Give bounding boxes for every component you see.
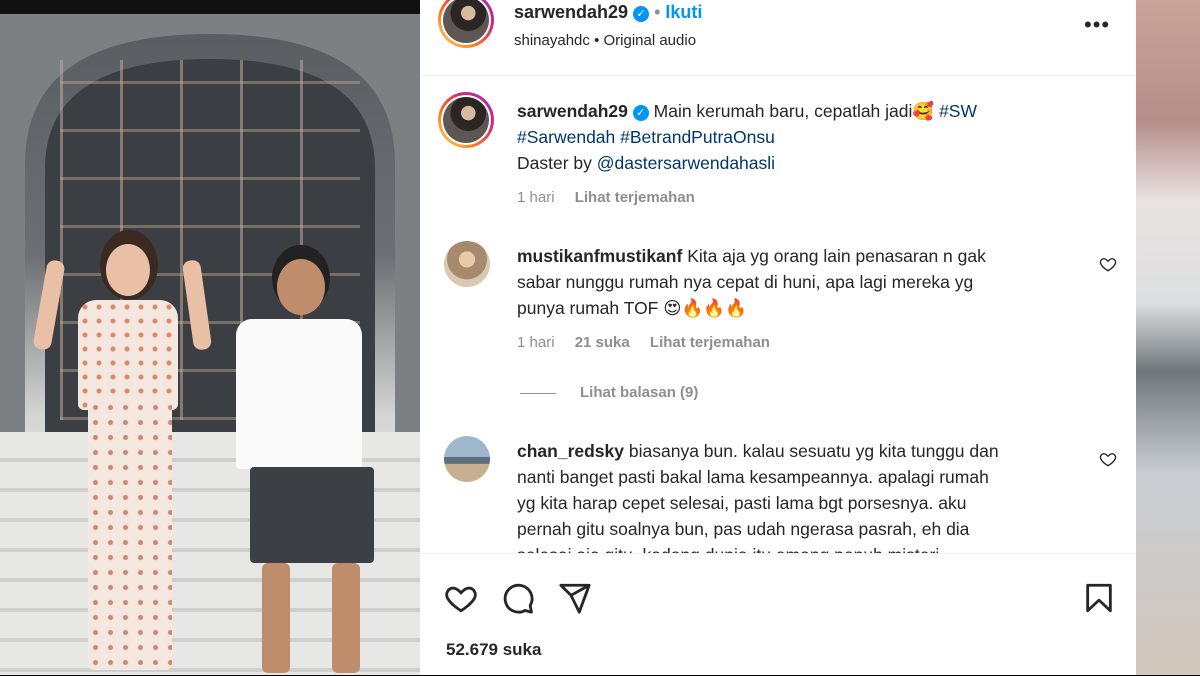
author-avatar[interactable] xyxy=(438,0,494,48)
verified-badge-icon: ✓ xyxy=(633,6,650,22)
caption-line-2: #Sarwendah #BetrandPutraOnsu xyxy=(517,124,1097,150)
caption: sarwendah29 ✓ Main kerumah baru, cepatla… xyxy=(517,98,1097,176)
heart-icon[interactable] xyxy=(444,581,478,615)
audio-row: shinayahdc • Original audio xyxy=(514,32,696,49)
caption-prefix: Daster by xyxy=(517,153,592,173)
comment-like-heart-icon[interactable] xyxy=(1099,450,1117,468)
comment-line-3: punya rumah TOF 😍🔥🔥🔥 xyxy=(517,298,747,318)
comment-time[interactable]: 1 hari xyxy=(517,334,555,351)
caption-time[interactable]: 1 hari xyxy=(517,189,555,206)
media-top-bar xyxy=(0,0,420,14)
commenter-avatar[interactable] xyxy=(444,241,490,287)
caption-line-1: sarwendah29 ✓ Main kerumah baru, cepatla… xyxy=(517,98,1097,124)
post-actions: 52.679 suka xyxy=(420,553,1136,676)
verified-badge-icon: ✓ xyxy=(632,105,649,121)
caption-text: Main kerumah baru, cepatlah jadi🥰 xyxy=(653,101,935,121)
hashtag-link[interactable]: #Sarwendah xyxy=(517,127,615,147)
caption-meta: 1 hari Lihat terjemahan xyxy=(517,189,711,206)
comments-scroll-area[interactable]: sarwendah29 ✓ Main kerumah baru, cepatla… xyxy=(420,76,1136,553)
bookmark-icon[interactable] xyxy=(1082,581,1116,615)
mention-link[interactable]: @dastersarwendahasli xyxy=(597,153,775,173)
reply-divider xyxy=(520,393,556,394)
more-icon[interactable]: ••• xyxy=(1084,12,1110,38)
audio-label[interactable]: Original audio xyxy=(603,32,696,49)
audio-account[interactable]: shinayahdc xyxy=(514,32,590,49)
translate-link[interactable]: Lihat terjemahan xyxy=(650,334,770,351)
person-girl xyxy=(32,230,213,675)
caption-line-3: Daster by @dastersarwendahasli xyxy=(517,150,1097,176)
follow-button[interactable]: Ikuti xyxy=(665,2,702,22)
comment-icon[interactable] xyxy=(501,581,535,615)
author-username[interactable]: sarwendah29 xyxy=(514,2,628,22)
comment-body: mustikanfmustikanf Kita aja yg orang lai… xyxy=(517,243,1087,321)
header-username-row: sarwendah29 ✓ • Ikuti xyxy=(514,2,702,23)
separator-dot: • xyxy=(654,2,661,22)
post-header: sarwendah29 ✓ • Ikuti shinayahdc • Origi… xyxy=(420,0,1136,76)
comment-username[interactable]: mustikanfmustikanf xyxy=(517,246,682,266)
translate-link[interactable]: Lihat terjemahan xyxy=(575,189,695,206)
view-replies-label[interactable]: Lihat balasan (9) xyxy=(580,384,698,401)
comment-line-1: mustikanfmustikanf Kita aja yg orang lai… xyxy=(517,243,1087,269)
caption-author-avatar[interactable] xyxy=(438,92,494,148)
caption-username[interactable]: sarwendah29 xyxy=(517,101,628,121)
next-post-preview[interactable] xyxy=(1136,0,1200,675)
comment-meta: 1 hari 21 suka Lihat terjemahan xyxy=(517,334,786,351)
commenter-avatar[interactable] xyxy=(444,436,490,482)
paper-plane-icon[interactable] xyxy=(558,581,592,615)
comment-text: biasanya bun. kalau sesuatu yg kita tung… xyxy=(628,441,999,461)
comment-line-1: chan_redsky biasanya bun. kalau sesuatu … xyxy=(517,438,1087,464)
comment-line-2: sabar nunggu rumah nya cepat di huni, ap… xyxy=(517,272,974,292)
post-panel: sarwendah29 ✓ • Ikuti shinayahdc • Origi… xyxy=(420,0,1136,675)
comment-line-3: yg kita harap cepet selesai, pasti lama … xyxy=(517,493,967,513)
comment-line-5: selesai aja gitu. kadang dunia itu emang… xyxy=(517,542,1087,553)
hashtag-link[interactable]: #SW xyxy=(939,101,977,121)
person-boy xyxy=(232,245,382,675)
comment-likes[interactable]: 21 suka xyxy=(575,334,630,351)
likes-count[interactable]: 52.679 suka xyxy=(446,640,541,660)
view-replies-button[interactable]: Lihat balasan (9) xyxy=(580,384,714,401)
comment-username[interactable]: chan_redsky xyxy=(517,441,624,461)
comment-body: chan_redsky biasanya bun. kalau sesuatu … xyxy=(517,438,1087,553)
comment-line-2: nanti banget pasti bakal lama kesampeann… xyxy=(517,467,989,487)
post-media[interactable] xyxy=(0,0,420,675)
comment-text: Kita aja yg orang lain penasaran n gak xyxy=(687,246,986,266)
hashtag-link[interactable]: #BetrandPutraOnsu xyxy=(620,127,775,147)
comment-line-4: pernah gitu soalnya bun, pas udah ngeras… xyxy=(517,519,970,539)
comment-like-heart-icon[interactable] xyxy=(1099,255,1117,273)
